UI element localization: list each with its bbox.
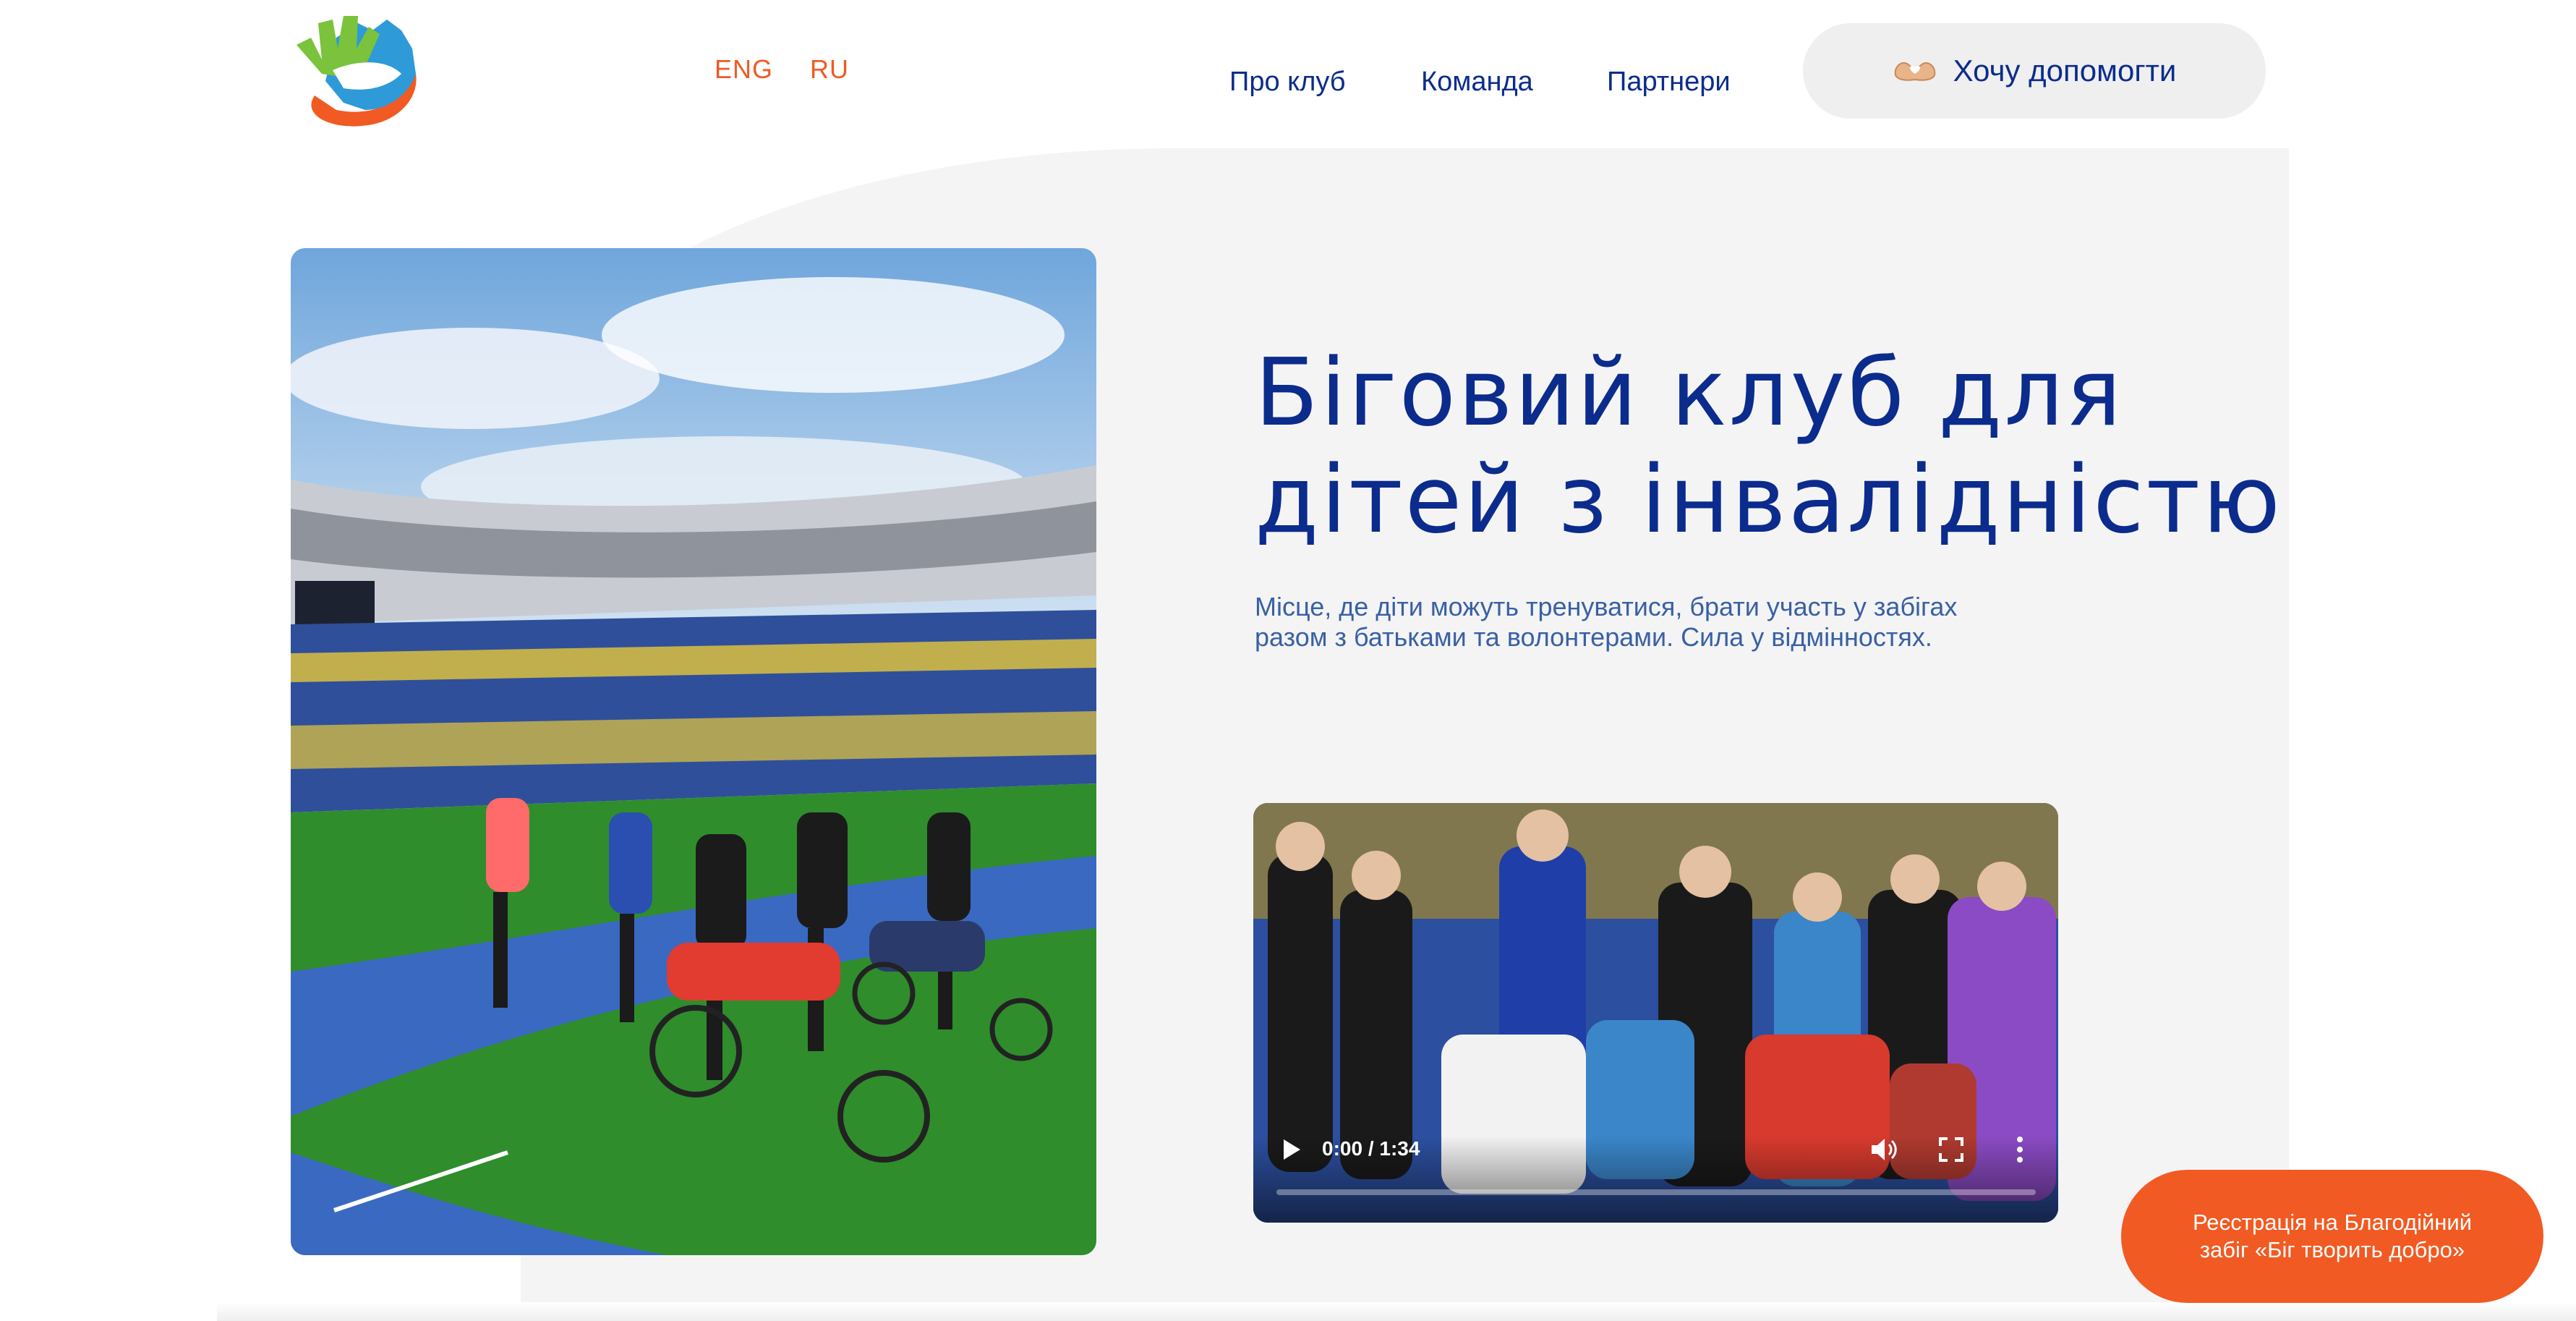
help-button[interactable]: Хочу допомогти xyxy=(1803,23,2266,119)
more-vert-icon[interactable] xyxy=(2016,1136,2024,1163)
hand-logo-icon[interactable] xyxy=(293,9,423,133)
lang-eng-link[interactable]: ENG xyxy=(715,54,773,85)
play-icon[interactable] xyxy=(1281,1137,1302,1162)
hero-title-line-2: дітей з інвалідністю xyxy=(1255,446,2282,554)
registration-button[interactable]: Реєстрація на Благодійний забіг «Біг тво… xyxy=(2121,1170,2543,1303)
hero-subtitle: Місце, де діти можуть тренуватися, брати… xyxy=(1255,592,1958,652)
video-player[interactable]: 0:00 / 1:34 xyxy=(1253,803,2058,1223)
lang-ru-link[interactable]: RU xyxy=(810,54,849,85)
nav-about-link[interactable]: Про клуб xyxy=(1229,67,1346,98)
hero-title: Біговий клуб для дітей з інвалідністю xyxy=(1255,340,2340,554)
nav-partners-link[interactable]: Партнери xyxy=(1607,67,1731,98)
volume-icon[interactable] xyxy=(1869,1136,1898,1163)
heart-hands-icon xyxy=(1893,58,1937,84)
nav-team-link[interactable]: Команда xyxy=(1421,67,1533,98)
footer-shadow xyxy=(217,1302,2576,1321)
video-time: 0:00 / 1:34 xyxy=(1322,1137,1420,1160)
video-progress-bar[interactable] xyxy=(1276,1189,2036,1195)
hero-title-line-1: Біговий клуб для xyxy=(1255,339,2124,447)
help-button-label: Хочу допомогти xyxy=(1953,54,2177,88)
registration-label-line-2: забіг «Біг творить добро» xyxy=(2199,1237,2465,1262)
hero-stadium-photo xyxy=(291,248,1096,1255)
registration-label-line-1: Реєстрація на Благодійний xyxy=(2192,1210,2473,1235)
fullscreen-icon[interactable] xyxy=(1939,1137,1963,1162)
